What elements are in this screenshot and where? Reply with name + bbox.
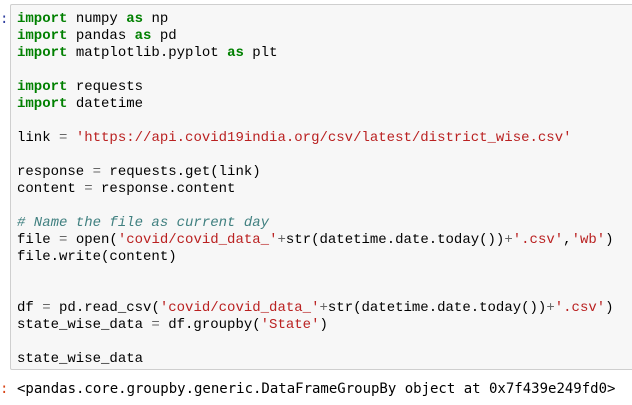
code-token: file <box>17 232 60 248</box>
code-line: import requests <box>17 79 614 96</box>
keyword: as <box>227 45 244 61</box>
code-token: content <box>17 181 85 197</box>
code-token: matplotlib.pyplot <box>67 45 228 61</box>
string-literal: 'https://api.covid19india.org/csv/latest… <box>75 130 572 146</box>
keyword: import <box>17 79 68 95</box>
code-line: import datetime <box>17 96 614 113</box>
operator: + <box>319 300 328 316</box>
code-token: link <box>17 130 60 146</box>
notebook-cell: : import numpy as np import pandas as pd i… <box>0 0 632 405</box>
code-token: plt <box>243 45 278 61</box>
code-line: state_wise_data = df.groupby('State') <box>17 317 614 334</box>
code-comment: # Name the file as current day <box>17 215 270 231</box>
code-token: pd <box>151 28 177 44</box>
code-line: content = response.content <box>17 181 614 198</box>
code-line: # Name the file as current day <box>17 215 614 232</box>
code-line: file.write(content) <box>17 249 614 266</box>
code-token: response.content <box>92 181 236 197</box>
code-token: pandas <box>67 28 135 44</box>
code-token: file.write(content) <box>17 249 177 265</box>
code-token: ) <box>605 300 614 316</box>
code-token: str(datetime.date.today()) <box>285 232 505 248</box>
keyword: import <box>17 96 68 112</box>
operator: = <box>84 181 93 197</box>
output-prompt: : <box>0 381 9 397</box>
operator: = <box>151 317 160 333</box>
string-literal: '.csv' <box>512 232 564 248</box>
code-editor[interactable]: import numpy as np import pandas as pd imp… <box>17 11 614 368</box>
code-token: state_wise_data <box>17 317 152 333</box>
string-literal: 'covid/covid_data_' <box>117 232 278 248</box>
operator: + <box>277 232 286 248</box>
code-token: ) <box>319 317 328 333</box>
code-token: df <box>17 300 43 316</box>
code-line: response = requests.get(link) <box>17 164 614 181</box>
code-token: requests.get(link) <box>101 164 261 180</box>
code-token: state_wise_data <box>17 351 144 367</box>
code-token: np <box>143 11 169 27</box>
code-line: file = open('covid/covid_data_'+str(date… <box>17 232 614 249</box>
code-token: df.groupby( <box>159 317 261 333</box>
cell-output-text: <pandas.core.groupby.generic.DataFrameGr… <box>17 381 616 397</box>
code-line: link = 'https://api.covid19india.org/csv… <box>17 130 614 147</box>
keyword: import <box>17 11 68 27</box>
code-token: numpy <box>67 11 127 27</box>
string-literal: '.csv' <box>554 300 606 316</box>
code-line: import numpy as np <box>17 11 614 28</box>
code-token: ) <box>605 232 614 248</box>
input-prompt: : <box>0 11 9 27</box>
code-token: response <box>17 164 93 180</box>
keyword: as <box>126 11 144 27</box>
keyword: import <box>17 28 68 44</box>
keyword: import <box>17 45 68 61</box>
code-token: , <box>563 232 572 248</box>
operator: = <box>92 164 102 180</box>
code-token: open( <box>67 232 118 248</box>
keyword: as <box>134 28 152 44</box>
operator: + <box>504 232 513 248</box>
code-token: pd.read_csv( <box>50 300 160 316</box>
code-line: import matplotlib.pyplot as plt <box>17 45 614 62</box>
code-token: requests <box>67 79 144 95</box>
code-token: datetime <box>67 96 144 112</box>
string-literal: 'covid/covid_data_' <box>159 300 320 316</box>
code-token: str(datetime.date.today()) <box>327 300 547 316</box>
operator: + <box>546 300 555 316</box>
code-line: import pandas as pd <box>17 28 614 45</box>
string-literal: 'wb' <box>571 232 606 248</box>
code-line: df = pd.read_csv('covid/covid_data_'+str… <box>17 300 614 317</box>
operator: = <box>42 300 51 316</box>
string-literal: 'State' <box>260 317 320 333</box>
code-line: state_wise_data <box>17 351 614 368</box>
